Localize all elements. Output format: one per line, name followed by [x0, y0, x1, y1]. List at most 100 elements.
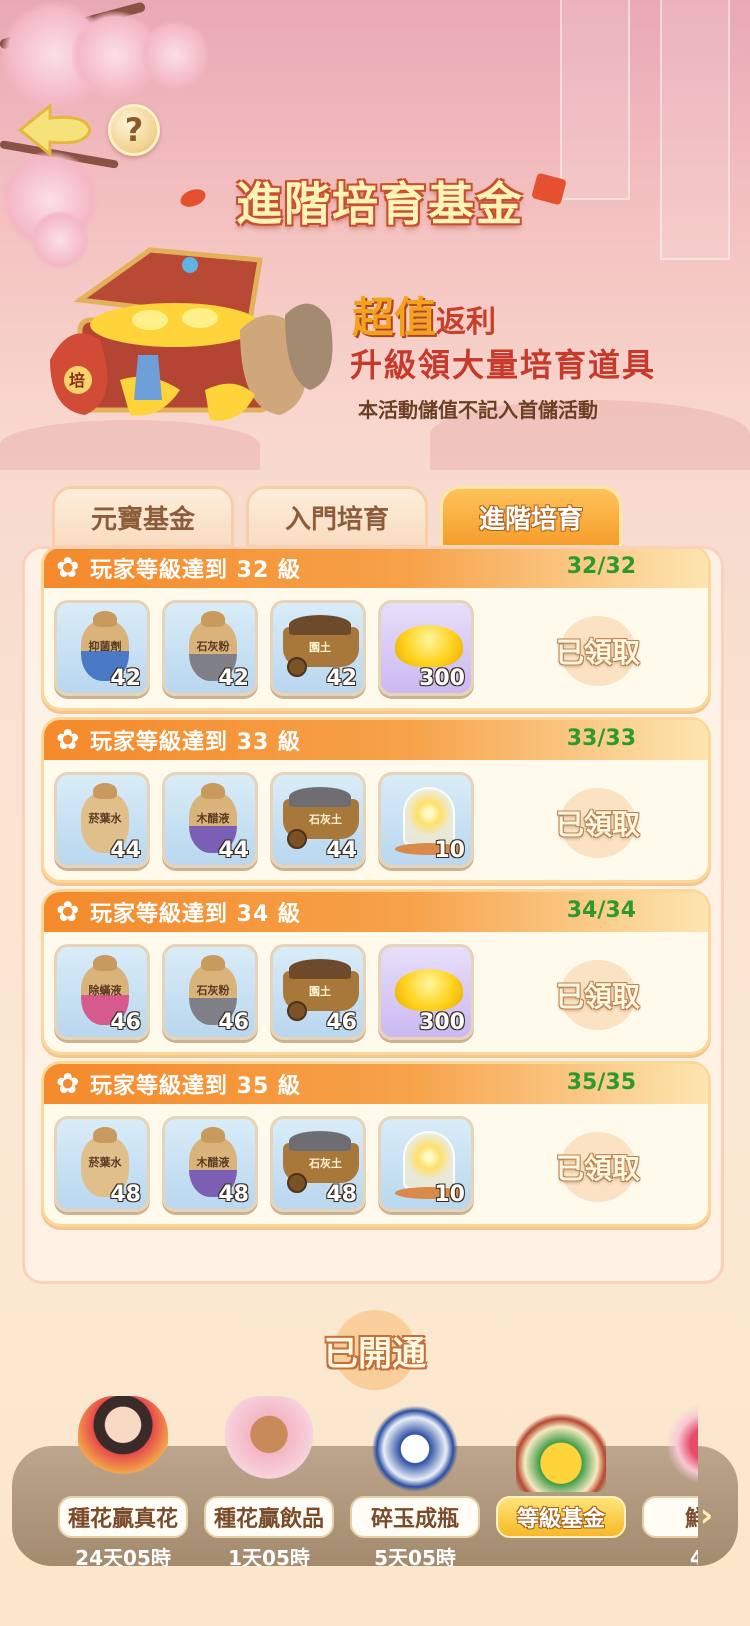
reward-progress: 32/32 [566, 554, 636, 579]
promo-headline: 超值返利 [352, 284, 496, 345]
limestone-wheelbarrow-icon: 石灰土 [283, 1131, 359, 1193]
reward-title: 玩家等級達到 33 級 [90, 730, 301, 755]
porcelain-vase-icon [370, 1396, 460, 1492]
reward-item[interactable]: 菸葉水 48 [54, 1116, 150, 1212]
back-arrow-icon[interactable] [16, 102, 94, 158]
item-quantity: 42 [110, 666, 141, 691]
drink-icon [224, 1396, 314, 1492]
help-button[interactable]: ? [108, 104, 160, 156]
gold-ingot-icon [395, 625, 463, 667]
activity-item[interactable]: 種花贏真花 24天05時 [58, 1396, 188, 1566]
reward-item[interactable]: 木醋液 48 [162, 1116, 258, 1212]
item-quantity: 300 [419, 1010, 465, 1035]
item-quantity: 10 [434, 1182, 465, 1207]
sun-dome-icon [395, 1131, 463, 1199]
activity-time: 1天05時 [228, 1546, 310, 1566]
claimed-status: 已領取 [538, 960, 658, 1030]
activity-item[interactable]: 種花贏飲品 1天05時 [204, 1396, 334, 1566]
item-quantity: 46 [110, 1010, 141, 1035]
reward-card: 玩家等級達到 34 級 34/34 除蟎液 46 石灰粉 46 園土 46 30… [41, 889, 711, 1055]
flower-icon [56, 551, 82, 584]
reward-item[interactable]: 石灰土 48 [270, 1116, 366, 1212]
activity-label: 鮮花 [642, 1496, 698, 1538]
promo-highlight-suffix: 返利 [436, 305, 497, 340]
fund-tabs: 元寶基金 入門培育 進階培育 [52, 486, 632, 548]
reward-card: 玩家等級達到 35 級 35/35 菸葉水 48 木醋液 48 石灰土 48 1… [41, 1061, 711, 1227]
item-quantity: 42 [218, 666, 249, 691]
activity-item[interactable]: 等級基金 [496, 1396, 626, 1566]
reward-list[interactable]: 玩家等級達到 32 級 32/32 抑菌劑 42 石灰粉 42 園土 42 30… [22, 546, 724, 1284]
item-quantity: 42 [326, 666, 357, 691]
activity-label: 種花贏飲品 [204, 1496, 334, 1538]
item-quantity: 44 [110, 838, 141, 863]
reward-item[interactable]: 園土 42 [270, 600, 366, 696]
promo-subtitle: 升級領大量培育道具 [350, 346, 657, 384]
svg-text:培: 培 [69, 371, 85, 390]
chevron-right-icon[interactable]: › [700, 1496, 728, 1536]
reward-title: 玩家等級達到 34 級 [90, 902, 301, 927]
tab-beginner-training[interactable]: 入門培育 [246, 486, 428, 548]
sun-dome-icon [395, 787, 463, 855]
reward-title: 玩家等級達到 32 級 [90, 558, 301, 583]
reward-progress: 33/33 [566, 726, 636, 751]
reward-item[interactable]: 石灰土 44 [270, 772, 366, 868]
activity-time: 24天05時 [75, 1546, 171, 1566]
activity-time: 4天 [690, 1546, 698, 1566]
tab-advanced-training[interactable]: 進階培育 [440, 486, 622, 548]
treasure-chest-icon: 培 [50, 247, 333, 421]
reward-item[interactable]: 石灰粉 42 [162, 600, 258, 696]
activity-item[interactable]: 鮮花 4天 [642, 1396, 698, 1566]
item-quantity: 46 [326, 1010, 357, 1035]
flower-bouquet-icon [662, 1396, 698, 1492]
reward-progress: 35/35 [566, 1070, 636, 1095]
reward-item[interactable]: 抑菌劑 42 [54, 600, 150, 696]
gold-ingot-icon [395, 969, 463, 1011]
reward-item[interactable]: 300 [378, 944, 474, 1040]
reward-item[interactable]: 園土 46 [270, 944, 366, 1040]
flower-icon [56, 895, 82, 928]
opened-status: 已開通 [310, 1310, 440, 1390]
reward-item[interactable]: 10 [378, 772, 474, 868]
item-quantity: 10 [434, 838, 465, 863]
tab-ingot-fund[interactable]: 元寶基金 [52, 486, 234, 548]
promo-note: 本活動儲值不記入首儲活動 [358, 398, 598, 422]
soil-wheelbarrow-icon: 園土 [283, 615, 359, 677]
reward-item[interactable]: 菸葉水 44 [54, 772, 150, 868]
flower-icon [56, 723, 82, 756]
flower-icon [56, 1067, 82, 1100]
reward-card: 玩家等級達到 33 級 33/33 菸葉水 44 木醋液 44 石灰土 44 1… [41, 717, 711, 883]
activity-label: 碎玉成瓶 [350, 1496, 480, 1538]
reward-card: 玩家等級達到 32 級 32/32 抑菌劑 42 石灰粉 42 園土 42 30… [41, 549, 711, 711]
reward-item[interactable]: 除蟎液 46 [54, 944, 150, 1040]
reward-header: 玩家等級達到 33 級 33/33 [44, 720, 708, 760]
reward-header: 玩家等級達到 34 級 34/34 [44, 892, 708, 932]
item-quantity: 300 [419, 666, 465, 691]
item-quantity: 48 [326, 1182, 357, 1207]
reward-header: 玩家等級達到 35 級 35/35 [44, 1064, 708, 1104]
item-quantity: 46 [218, 1010, 249, 1035]
activity-label: 種花贏真花 [58, 1496, 188, 1538]
item-quantity: 44 [218, 838, 249, 863]
item-quantity: 48 [218, 1182, 249, 1207]
reward-item[interactable]: 10 [378, 1116, 474, 1212]
reward-header: 玩家等級達到 32 級 32/32 [44, 549, 708, 588]
page-title: 進階培育基金 [236, 177, 524, 231]
activity-carousel[interactable]: 種花贏真花 24天05時 種花贏飲品 1天05時 碎玉成瓶 5天05時 等級基金… [58, 1396, 698, 1566]
reward-title: 玩家等級達到 35 級 [90, 1074, 301, 1099]
reward-item[interactable]: 木醋液 44 [162, 772, 258, 868]
item-quantity: 44 [326, 838, 357, 863]
claimed-status: 已領取 [538, 1132, 658, 1202]
soil-wheelbarrow-icon: 園土 [283, 959, 359, 1021]
activity-label: 等級基金 [496, 1496, 626, 1538]
promo-highlight: 超值 [352, 293, 437, 342]
claimed-status: 已領取 [538, 616, 658, 686]
item-quantity: 48 [110, 1182, 141, 1207]
activity-time: 5天05時 [374, 1546, 456, 1566]
activity-item[interactable]: 碎玉成瓶 5天05時 [350, 1396, 480, 1566]
reward-item[interactable]: 300 [378, 600, 474, 696]
flower-girl-icon [78, 1396, 168, 1492]
reward-item[interactable]: 石灰粉 46 [162, 944, 258, 1040]
level-fund-icon [516, 1396, 606, 1492]
reward-progress: 34/34 [566, 898, 636, 923]
claimed-status: 已領取 [538, 788, 658, 858]
